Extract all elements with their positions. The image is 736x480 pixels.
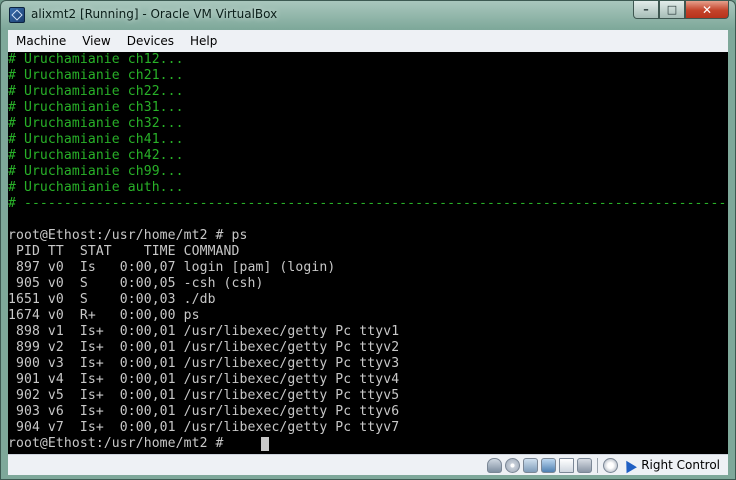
console-line: 1651 v0 S 0:00,03 ./db <box>8 292 216 307</box>
mouse-integration-icon[interactable] <box>603 457 619 473</box>
status-separator <box>597 457 599 473</box>
console-line: # Uruchamianie ch22... <box>8 84 184 99</box>
host-key-label: Right Control <box>641 458 720 472</box>
menu-view[interactable]: View <box>74 34 118 48</box>
usb-icon[interactable] <box>523 457 539 473</box>
maximize-button[interactable]: □ <box>659 1 685 19</box>
console-line: # --------------------------------------… <box>8 196 728 211</box>
shared-folders-icon[interactable] <box>559 457 575 473</box>
menu-devices[interactable]: Devices <box>119 34 182 48</box>
capture-arrow-icon[interactable] <box>621 458 635 473</box>
console-line: 901 v4 Is+ 0:00,01 /usr/libexec/getty Pc… <box>8 372 400 387</box>
console-line: # Uruchamianie ch31... <box>8 100 184 115</box>
console-line: 1674 v0 R+ 0:00,00 ps <box>8 308 200 323</box>
console-line: PID TT STAT TIME COMMAND <box>8 244 240 259</box>
console-line: root@Ethost:/usr/home/mt2 # <box>8 436 232 451</box>
close-button[interactable]: ✕ <box>685 1 729 19</box>
virtualbox-window: alixmt2 [Running] - Oracle VM VirtualBox… <box>0 0 736 480</box>
virtualbox-app-icon[interactable] <box>9 7 25 23</box>
console-line: root@Ethost:/usr/home/mt2 # ps <box>8 228 248 243</box>
text-cursor <box>261 437 269 451</box>
menu-bar: Machine View Devices Help <box>8 30 728 53</box>
console-line: # Uruchamianie ch42... <box>8 148 184 163</box>
console-line: # Uruchamianie ch12... <box>8 52 184 67</box>
menu-machine[interactable]: Machine <box>8 34 74 48</box>
console-line: 903 v6 Is+ 0:00,01 /usr/libexec/getty Pc… <box>8 404 400 419</box>
console-line: # Uruchamianie ch99... <box>8 164 184 179</box>
hard-disk-icon[interactable] <box>487 457 503 473</box>
status-icons: Right Control <box>487 457 720 473</box>
display-icon[interactable] <box>577 457 593 473</box>
console-line: 905 v0 S 0:00,05 -csh (csh) <box>8 276 264 291</box>
console-line: # Uruchamianie auth... <box>8 180 184 195</box>
window-controls: – □ ✕ <box>633 1 729 21</box>
console-line: # Uruchamianie ch32... <box>8 116 184 131</box>
console-line: 898 v1 Is+ 0:00,01 /usr/libexec/getty Pc… <box>8 324 400 339</box>
window-title: alixmt2 [Running] - Oracle VM VirtualBox <box>31 7 278 21</box>
network-icon[interactable] <box>541 457 557 473</box>
vm-console-screen[interactable]: # Uruchamianie ch12... # Uruchamianie ch2… <box>8 52 728 454</box>
console-line: 902 v5 Is+ 0:00,01 /usr/libexec/getty Pc… <box>8 388 400 403</box>
status-bar: Right Control <box>8 454 728 475</box>
optical-drive-icon[interactable] <box>505 457 521 473</box>
console-line: 904 v7 Is+ 0:00,01 /usr/libexec/getty Pc… <box>8 420 400 435</box>
console-line: 899 v2 Is+ 0:00,01 /usr/libexec/getty Pc… <box>8 340 400 355</box>
title-bar[interactable]: alixmt2 [Running] - Oracle VM VirtualBox… <box>1 1 735 29</box>
minimize-button[interactable]: – <box>633 1 659 19</box>
console-line: # Uruchamianie ch21... <box>8 68 184 83</box>
console-line: 897 v0 Is 0:00,07 login [pam] (login) <box>8 260 336 275</box>
console-line: # Uruchamianie ch41... <box>8 132 184 147</box>
menu-help[interactable]: Help <box>182 34 225 48</box>
console-line: 900 v3 Is+ 0:00,01 /usr/libexec/getty Pc… <box>8 356 400 371</box>
